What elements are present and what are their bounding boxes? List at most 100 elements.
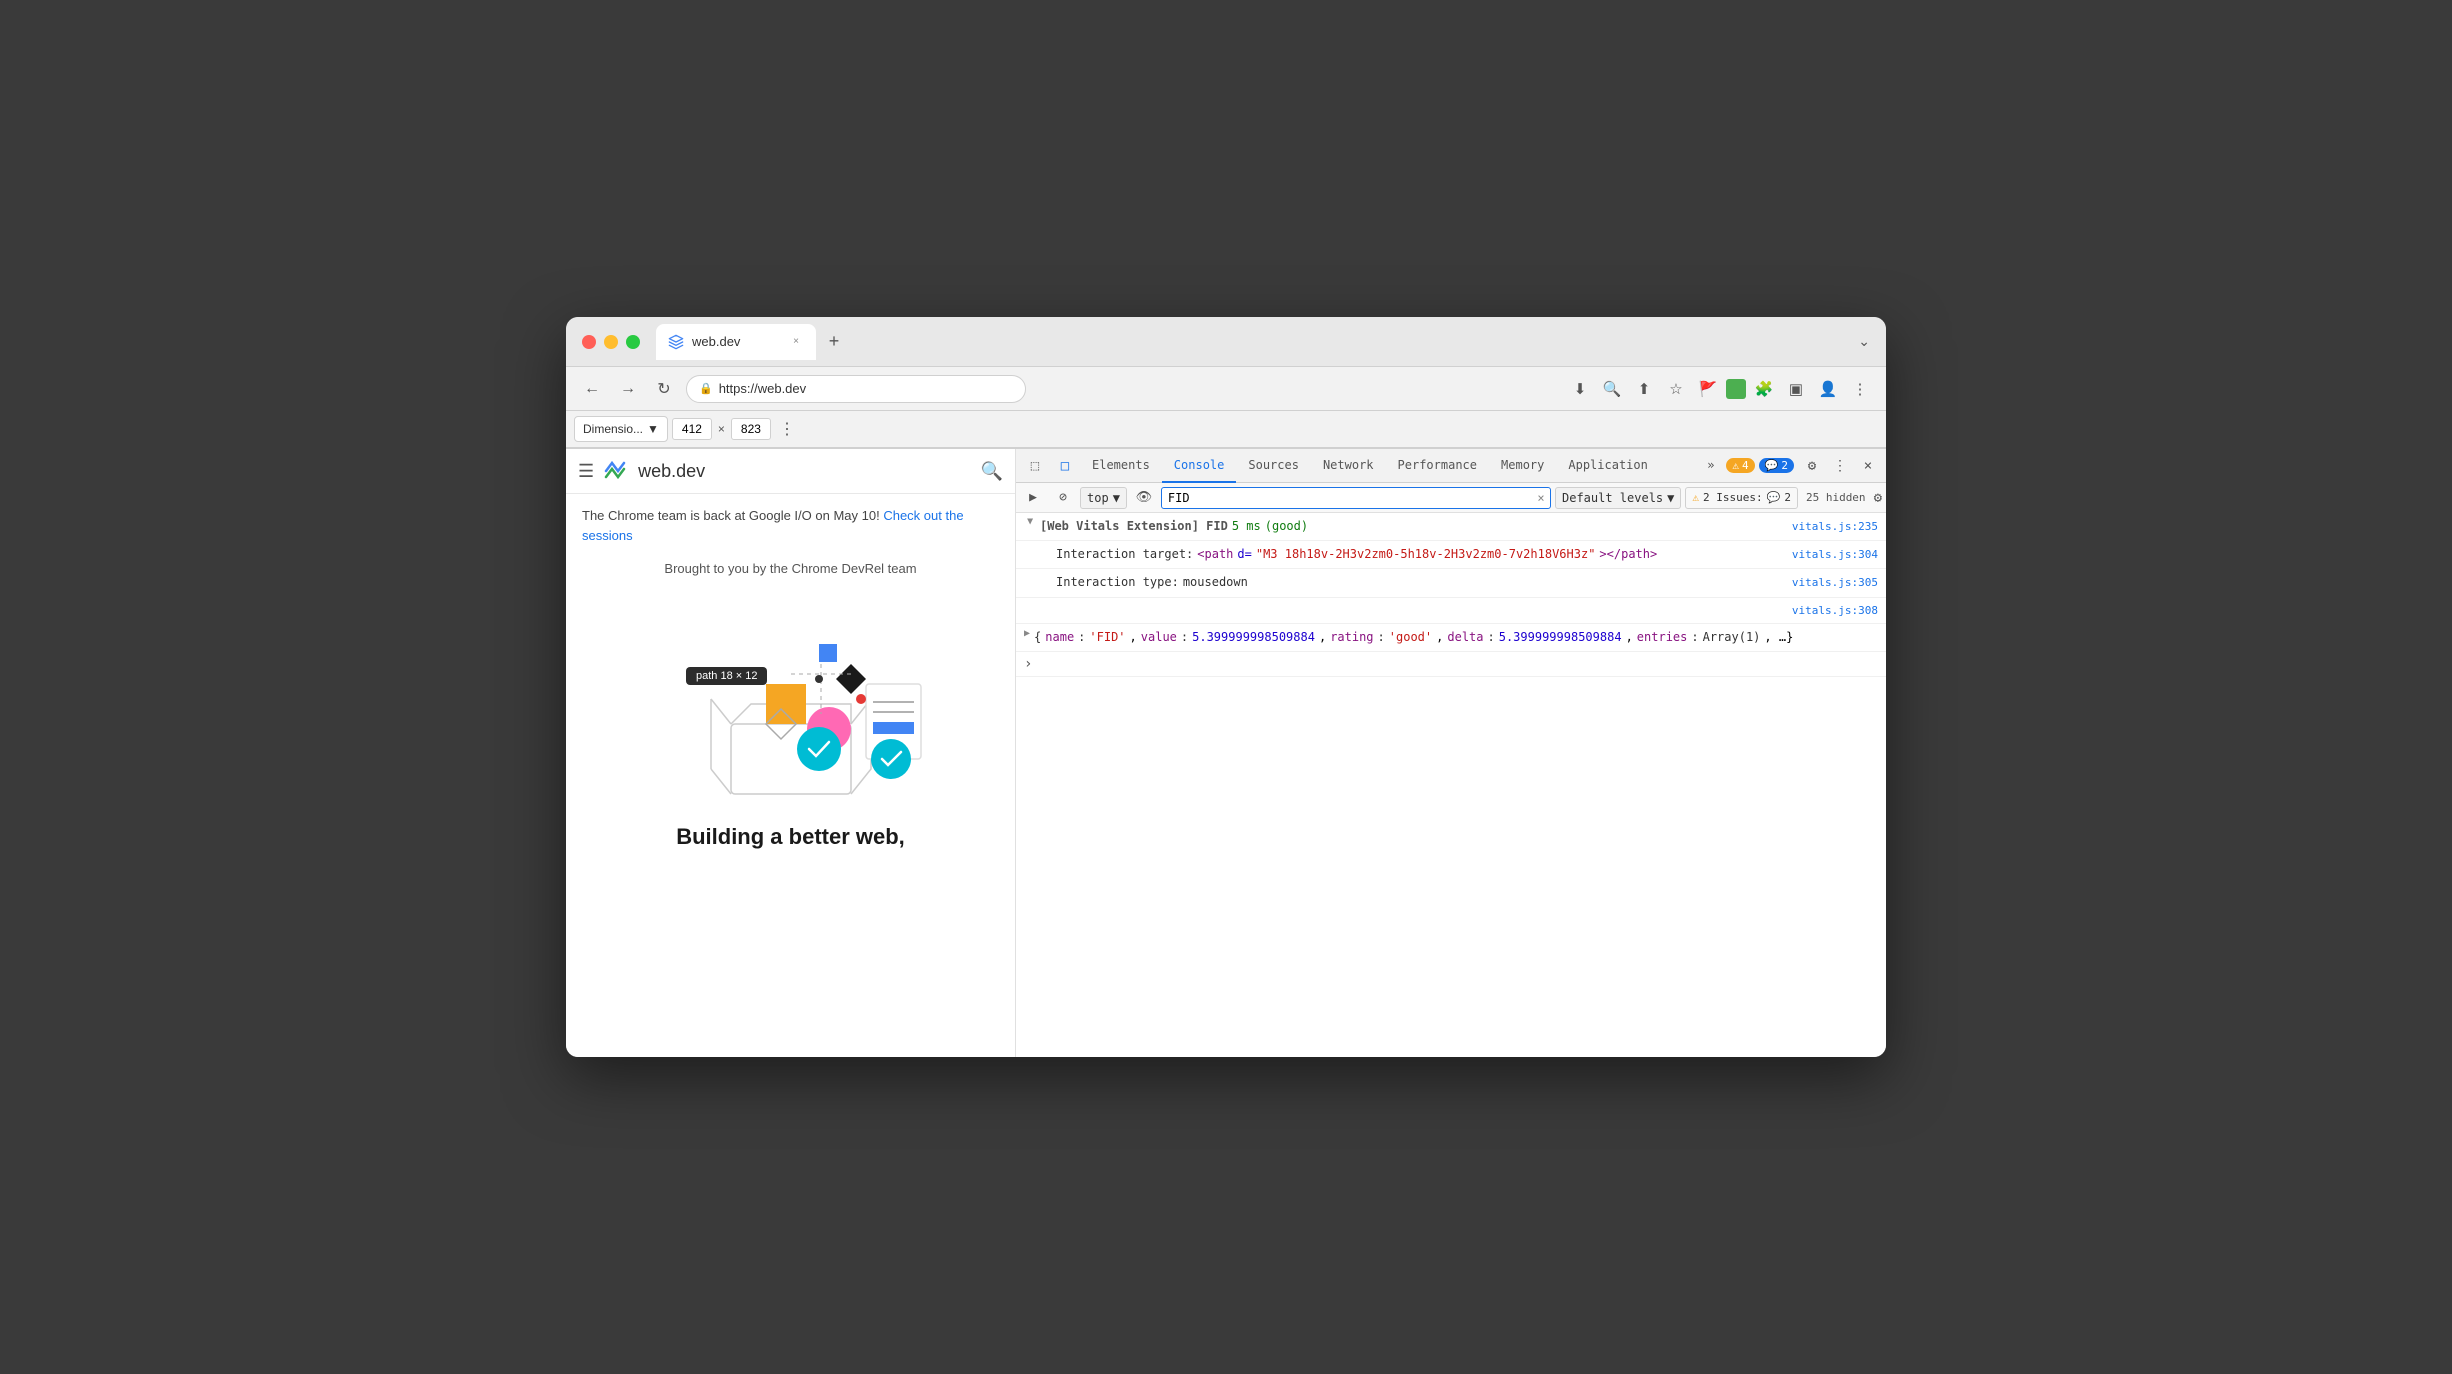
tab-application[interactable]: Application (1556, 449, 1659, 483)
delta-prop: delta (1447, 628, 1483, 647)
lock-icon: 🔒 (699, 382, 713, 395)
browser-window: web.dev × + ⌄ ← → ↻ 🔒 https://web.dev ⬇ … (566, 317, 1886, 1057)
log-source-3[interactable]: vitals.js:305 (1792, 574, 1878, 592)
levels-label: Default levels (1562, 491, 1663, 505)
issues-count: 2 (1784, 491, 1791, 504)
devtools-close-button[interactable]: × (1854, 452, 1882, 480)
warning-badge[interactable]: ⚠ 4 (1726, 458, 1754, 473)
device-name: Dimensio... (583, 422, 643, 436)
log-entry-4: vitals.js:308 (1016, 598, 1886, 625)
tab-more[interactable]: » (1695, 449, 1726, 483)
info-count: 2 (1781, 459, 1788, 472)
web-content: The Chrome team is back at Google I/O on… (566, 494, 1015, 1057)
zoom-icon[interactable]: 🔍 (1598, 375, 1626, 403)
new-tab-button[interactable]: + (820, 328, 848, 356)
devtools-panel: ⬚ □ Elements Console Sources Network Per… (1016, 449, 1886, 1057)
webdev-logo-icon (602, 457, 630, 485)
tab-favicon-icon (668, 334, 684, 350)
active-tab[interactable]: web.dev × (656, 324, 816, 360)
log-arrow-5[interactable]: ▶ (1024, 628, 1030, 639)
array-val: Array(1) (1703, 628, 1761, 647)
tab-memory[interactable]: Memory (1489, 449, 1556, 483)
web-preview: path 18 × 12 ☰ web.dev 🔍 The Chrome team… (566, 449, 1016, 1057)
interaction-target-label: Interaction target: (1056, 545, 1193, 564)
download-icon[interactable]: ⬇ (1566, 375, 1594, 403)
log-entry-2: Interaction target: <path d="M3 18h18v-2… (1016, 541, 1886, 569)
console-eye-button[interactable]: 👁 (1131, 485, 1157, 511)
device-selector[interactable]: Dimensio... ▼ (574, 416, 668, 442)
bookmark-icon[interactable]: ☆ (1662, 375, 1690, 403)
rating-val: 'good' (1389, 628, 1432, 647)
profile-icon[interactable]: 👤 (1814, 375, 1842, 403)
inspect-element-button[interactable]: ⬚ (1020, 451, 1050, 481)
console-gear-button[interactable]: ⚙ (1874, 490, 1882, 506)
flag-icon[interactable]: 🚩 (1694, 375, 1722, 403)
tab-title: web.dev (692, 334, 780, 349)
menu-icon[interactable]: ⋮ (1846, 375, 1874, 403)
tab-close-button[interactable]: × (788, 334, 804, 350)
title-bar: web.dev × + ⌄ (566, 317, 1886, 367)
log-source-1[interactable]: vitals.js:235 (1792, 518, 1878, 536)
page-heading: Building a better web, (676, 824, 905, 850)
sidebar-icon[interactable]: ▣ (1782, 375, 1810, 403)
log-body-2: Interaction target: <path d="M3 18h18v-2… (1056, 545, 1878, 564)
context-selector[interactable]: top ▼ (1080, 487, 1127, 509)
tab-network[interactable]: Network (1311, 449, 1386, 483)
height-input[interactable] (731, 418, 771, 440)
window-controls-chevron[interactable]: ⌄ (1858, 333, 1870, 350)
devtools-settings-button[interactable]: ⚙ (1798, 452, 1826, 480)
issues-badge[interactable]: ⚠ 2 Issues: 💬 2 (1685, 487, 1798, 509)
console-prompt-entry: › (1016, 652, 1886, 677)
log-line-2: Interaction target: <path d="M3 18h18v-2… (1056, 545, 1878, 564)
log-entry-3: Interaction type: mousedown vitals.js:30… (1016, 569, 1886, 597)
filter-input-wrapper: × (1161, 487, 1551, 509)
issues-label: 2 Issues: (1703, 491, 1763, 504)
width-input[interactable] (672, 418, 712, 440)
reload-button[interactable]: ↻ (650, 375, 678, 403)
value-prop: value (1141, 628, 1177, 647)
console-toolbar: ▶ ⊘ top ▼ 👁 × Default levels ▼ ⚠ 2 Issu (1016, 483, 1886, 513)
tab-performance[interactable]: Performance (1386, 449, 1489, 483)
log-expand-1[interactable]: ▶ (1025, 519, 1036, 531)
fid-str: 'FID' (1089, 628, 1125, 647)
back-button[interactable]: ← (578, 375, 606, 403)
forward-button[interactable]: → (614, 375, 642, 403)
console-block-button[interactable]: ⊘ (1050, 485, 1076, 511)
entries-prop: entries (1637, 628, 1688, 647)
address-bar: ← → ↻ 🔒 https://web.dev ⬇ 🔍 ⬆ ☆ 🚩 🧩 ▣ 👤 … (566, 367, 1886, 411)
maximize-traffic-light[interactable] (626, 335, 640, 349)
browser-toolbar-right: ⬇ 🔍 ⬆ ☆ 🚩 🧩 ▣ 👤 ⋮ (1566, 375, 1874, 403)
filter-clear-button[interactable]: × (1532, 489, 1550, 507)
share-icon[interactable]: ⬆ (1630, 375, 1658, 403)
levels-selector[interactable]: Default levels ▼ (1555, 487, 1681, 509)
prop-name: name (1045, 628, 1074, 647)
context-dropdown-icon: ▼ (1113, 491, 1120, 505)
tab-elements[interactable]: Elements (1080, 449, 1162, 483)
attr-name: d= (1237, 545, 1251, 564)
rating-prop: rating (1330, 628, 1373, 647)
info-badge[interactable]: 💬 2 (1759, 458, 1794, 473)
devtools-more-button[interactable]: ⋮ (1826, 452, 1854, 480)
dimension-more-button[interactable]: ⋮ (775, 417, 799, 441)
tab-console[interactable]: Console (1162, 449, 1237, 483)
filter-input[interactable] (1162, 491, 1532, 505)
log-body-4: vitals.js:308 (1056, 602, 1878, 620)
search-button[interactable]: 🔍 (981, 461, 1003, 482)
tab-bar: web.dev × + (656, 324, 1858, 360)
close-traffic-light[interactable] (582, 335, 596, 349)
log-source-4[interactable]: vitals.js:308 (1792, 602, 1878, 620)
web-logo: ☰ web.dev (578, 457, 705, 485)
address-input[interactable]: 🔒 https://web.dev (686, 375, 1026, 403)
log-entry-1: ▶ [Web Vitals Extension] FID 5 ms (good)… (1016, 513, 1886, 541)
log-source-2[interactable]: vitals.js:304 (1792, 546, 1878, 564)
main-area: path 18 × 12 ☰ web.dev 🔍 The Chrome team… (566, 449, 1886, 1057)
minimize-traffic-light[interactable] (604, 335, 618, 349)
device-toolbar-button[interactable]: □ (1050, 451, 1080, 481)
console-run-button[interactable]: ▶ (1020, 485, 1046, 511)
green-square-icon[interactable] (1726, 379, 1746, 399)
extensions-icon[interactable]: 🧩 (1750, 375, 1778, 403)
hamburger-icon[interactable]: ☰ (578, 461, 594, 482)
warning-count: 4 (1742, 459, 1749, 472)
tab-sources[interactable]: Sources (1236, 449, 1311, 483)
ext-label: [Web Vitals Extension] FID (1040, 517, 1228, 536)
